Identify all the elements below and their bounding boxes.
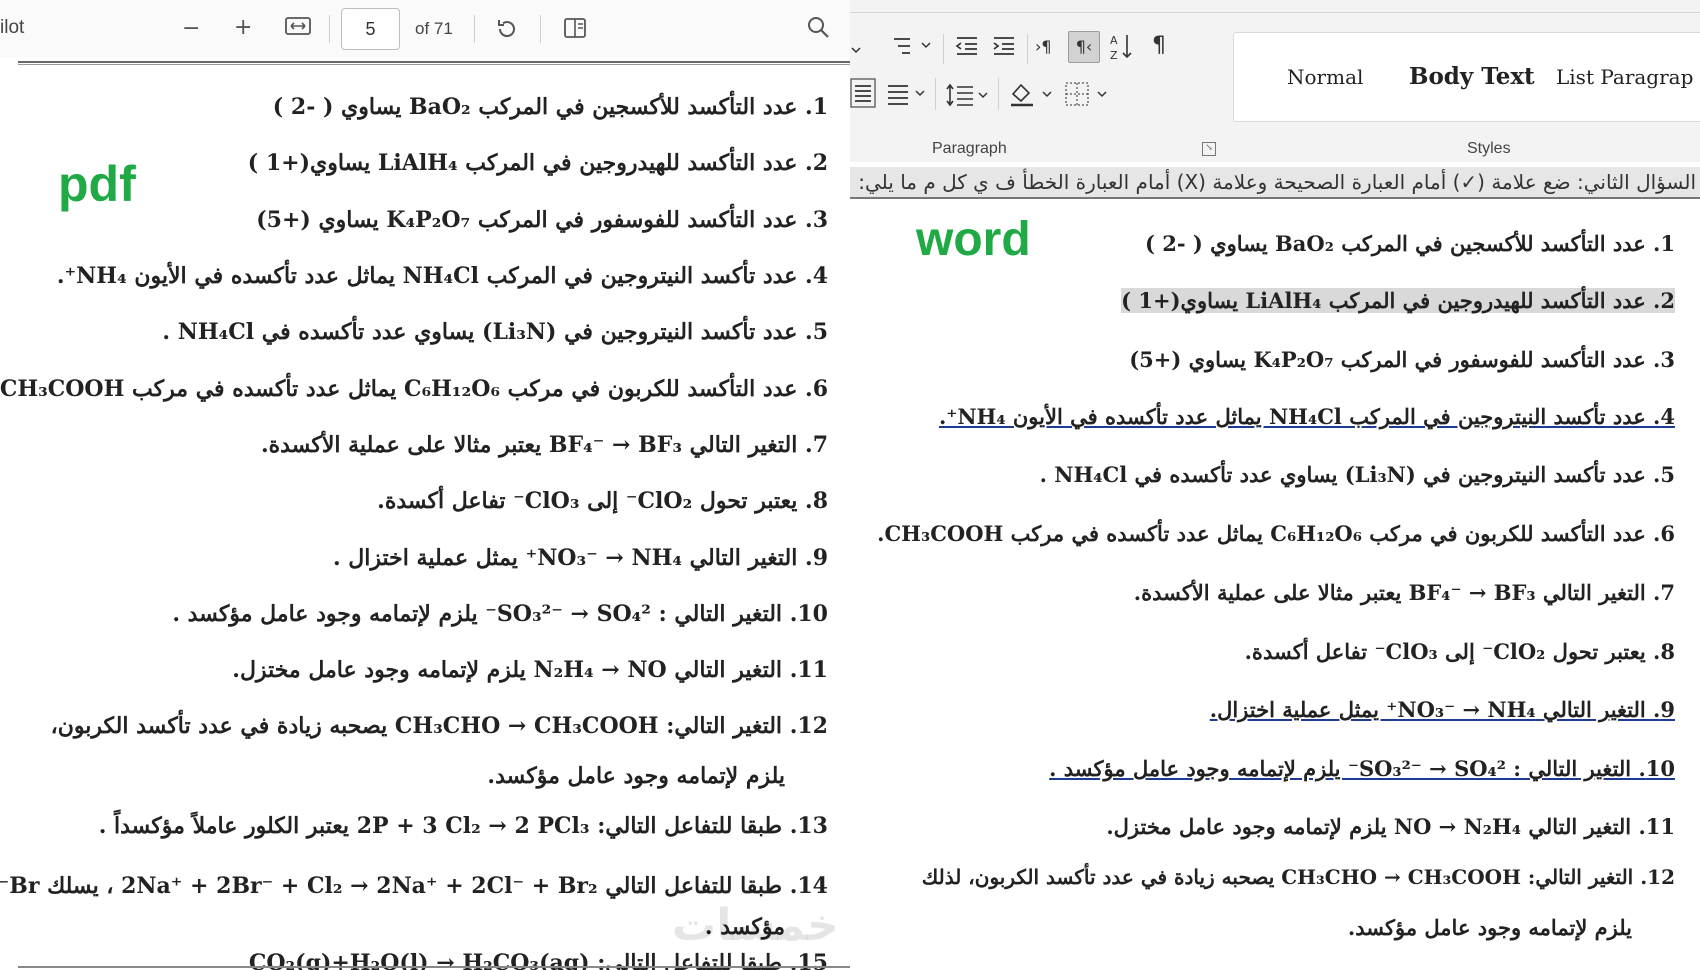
- pdf-item-14: 14. طبقا للتفاعل التالي 2Na⁺ + 2Br⁻ + Cl…: [0, 873, 828, 899]
- page-view-icon: [564, 18, 586, 38]
- pdf-item-7: 7. التغير التالي BF₄⁻ → BF₃ يعتبر مثالا …: [260, 432, 828, 458]
- align-distributed-button[interactable]: [886, 82, 930, 111]
- word-item-8: 8. يعتبر تحول ClO₂⁻ إلى ClO₃⁻ تفاعل أكسد…: [1244, 639, 1675, 664]
- word-item-5: 5. عدد تأكسد النيتروجين في (Li₃N) يساوي …: [1039, 462, 1675, 487]
- pdf-item-1: 1. عدد التأكسد للأكسجين في المركب BaO₂ ي…: [272, 94, 828, 120]
- align-justify-icon: [850, 78, 876, 108]
- pdf-item-5: 5. عدد تأكسد النيتروجين في (Li₃N) يساوي …: [162, 319, 828, 345]
- increase-indent-icon: [993, 37, 1014, 55]
- zoom-out-button[interactable]: −: [182, 16, 200, 42]
- pdf-item-10: 10. التغير التالي : SO₃²⁻ → SO₄²⁻ يلزم ل…: [172, 601, 828, 627]
- paragraph-group-label: Paragraph: [932, 140, 1007, 157]
- word-item-12: 12. التغير التالي: CH₃CHO → CH₃COOH يصحب…: [921, 865, 1675, 889]
- sort-icon: AZ: [1110, 34, 1132, 62]
- align-justify-button[interactable]: [850, 78, 876, 113]
- page-view-button[interactable]: [563, 16, 589, 47]
- style-body-text[interactable]: Body Text: [1409, 63, 1535, 90]
- chevron-down-icon: [851, 47, 861, 54]
- bullets-dropdown[interactable]: [850, 36, 862, 60]
- pdf-toolbar: ilot − + 5 of 71: [0, 0, 850, 63]
- fit-width-button[interactable]: [285, 16, 311, 43]
- svg-text:Z: Z: [1110, 49, 1118, 62]
- ltr-direction-button[interactable]: ›¶: [1035, 35, 1052, 59]
- align-distributed-icon: [888, 85, 925, 105]
- toolbar-separator: [474, 15, 475, 43]
- show-formatting-button[interactable]: ¶: [1152, 34, 1166, 58]
- fit-width-icon: [285, 17, 311, 35]
- word-item-7: 7. التغير التالي BF₄⁻ → BF₃ يعتبر مثالا …: [1133, 580, 1675, 605]
- search-icon: [808, 17, 829, 38]
- pdf-item-12: 12. التغير التالي: CH₃CHO → CH₃COOH يصحب…: [50, 713, 828, 739]
- word-item-12-cont: يلزم لإتمامه وجود عامل مؤكسد.: [1347, 915, 1632, 940]
- paragraph-dialog-launcher[interactable]: ↘: [1202, 142, 1216, 156]
- rotate-button[interactable]: [494, 16, 520, 49]
- pdf-item-4: 4. عدد تأكسد النيتروجين في المركب NH₄Cl …: [56, 263, 828, 289]
- watermark: خمسات: [672, 900, 839, 951]
- line-spacing-button[interactable]: [945, 82, 993, 113]
- ltr-direction-icon: ›¶: [1035, 37, 1052, 56]
- toolbar-divider: [18, 61, 850, 63]
- pdf-item-2: 2. عدد التأكسد للهيدروجين في المركب LiAl…: [247, 150, 828, 176]
- app-title-fragment: ilot: [0, 17, 25, 38]
- paint-bucket-icon: [1011, 83, 1052, 107]
- increase-indent-button[interactable]: [991, 34, 1017, 63]
- word-item-9: 9. التغير التالي NO₃⁻ → NH₄⁺ يمثل عملية …: [1209, 697, 1675, 722]
- svg-text:A: A: [1110, 34, 1118, 47]
- pdf-item-6: 6. عدد التأكسد للكربون في مركب C₆H₁₂O₆ ي…: [0, 376, 828, 402]
- decrease-indent-icon: [955, 37, 977, 55]
- borders-button[interactable]: [1064, 80, 1114, 113]
- ribbon-separator: [1027, 34, 1028, 64]
- multilevel-list-button[interactable]: [892, 34, 936, 63]
- word-item-2: 2. عدد التأكسد للهيدروجين في المركب LiAl…: [1121, 288, 1675, 313]
- word-item-11: 11. التغير التالي NO → N₂H₄ يلزم لإتمامه…: [1106, 814, 1675, 839]
- style-list-paragraph[interactable]: List Paragrap: [1556, 65, 1693, 89]
- styles-gallery: Normal Body Text List Paragrap: [1233, 32, 1700, 122]
- word-item-3: 3. عدد التأكسد للفوسفور في المركب K₄P₂O₇…: [1129, 347, 1675, 372]
- line-spacing-icon: [946, 83, 988, 107]
- toolbar-separator: [329, 15, 330, 43]
- question-instruction: السؤال الثاني: ضع علامة (✓) أمام العبارة…: [850, 167, 1700, 199]
- ribbon-separator: [935, 78, 936, 110]
- page-total: of 71: [415, 19, 453, 38]
- pdf-item-13: 13. طبقا للتفاعل التالي: 2P + 3 Cl₂ → 2 …: [98, 813, 828, 839]
- rtl-direction-button[interactable]: ¶‹: [1068, 31, 1100, 63]
- word-item-6: 6. عدد التأكسد للكربون في مركب C₆H₁₂O₆ ي…: [877, 521, 1675, 546]
- decrease-indent-button[interactable]: [954, 34, 980, 63]
- word-item-4: 4. عدد تأكسد النيتروجين في المركب NH₄Cl …: [938, 404, 1675, 429]
- sort-button[interactable]: AZ: [1109, 32, 1135, 67]
- word-item-10: 10. التغير التالي : SO₃²⁻ → SO₄²⁻ يلزم ل…: [1049, 756, 1675, 781]
- pdf-item-9: 9. التغير التالي NO₃⁻ → NH₄⁺ يمثل عملية …: [332, 545, 828, 571]
- rotate-icon: [498, 20, 515, 38]
- shading-button[interactable]: [1007, 80, 1059, 113]
- ribbon-separator: [943, 34, 944, 64]
- styles-group-label: Styles: [1467, 140, 1511, 157]
- ribbon-tabs-strip: [850, 0, 1700, 13]
- zoom-in-button[interactable]: +: [234, 15, 252, 41]
- borders-icon: [1065, 82, 1107, 106]
- page-number-input[interactable]: 5: [341, 8, 400, 50]
- pdf-item-8: 8. يعتبر تحول ClO₂⁻ إلى ClO₃⁻ تفاعل أكسد…: [377, 488, 828, 514]
- word-label: word: [916, 213, 1031, 266]
- page-top-rule: [18, 64, 850, 65]
- pdf-viewer-pane: ilot − + 5 of 71 pdf 1. عدد التأكسد للأك…: [0, 0, 850, 970]
- style-normal[interactable]: Normal: [1287, 65, 1363, 89]
- rtl-direction-icon: ¶‹: [1075, 37, 1093, 56]
- multilevel-list-icon: [894, 38, 931, 54]
- word-pane: ›¶ ¶‹ AZ ¶ Paragraph ↘ Normal Body Text …: [850, 0, 1700, 970]
- search-button[interactable]: [805, 14, 831, 47]
- pdf-item-11: 11. التغير التالي N₂H₄ → NO يلزم لإتمامه…: [232, 657, 828, 683]
- pdf-item-12-cont: يلزم لإتمامه وجود عامل مؤكسد.: [487, 763, 785, 789]
- ribbon: ›¶ ¶‹ AZ ¶ Paragraph ↘ Normal Body Text …: [850, 0, 1700, 162]
- pdf-label: pdf: [58, 156, 136, 212]
- pdf-item-3: 3. عدد التأكسد للفوسفور في المركب K₄P₂O₇…: [256, 207, 828, 233]
- pilcrow-icon: ¶: [1152, 33, 1166, 58]
- page-bottom-rule: [18, 966, 850, 968]
- toolbar-separator: [540, 15, 541, 43]
- ribbon-separator: [998, 78, 999, 110]
- word-item-1: 1. عدد التأكسد للأكسجين في المركب BaO₂ ي…: [1145, 231, 1675, 256]
